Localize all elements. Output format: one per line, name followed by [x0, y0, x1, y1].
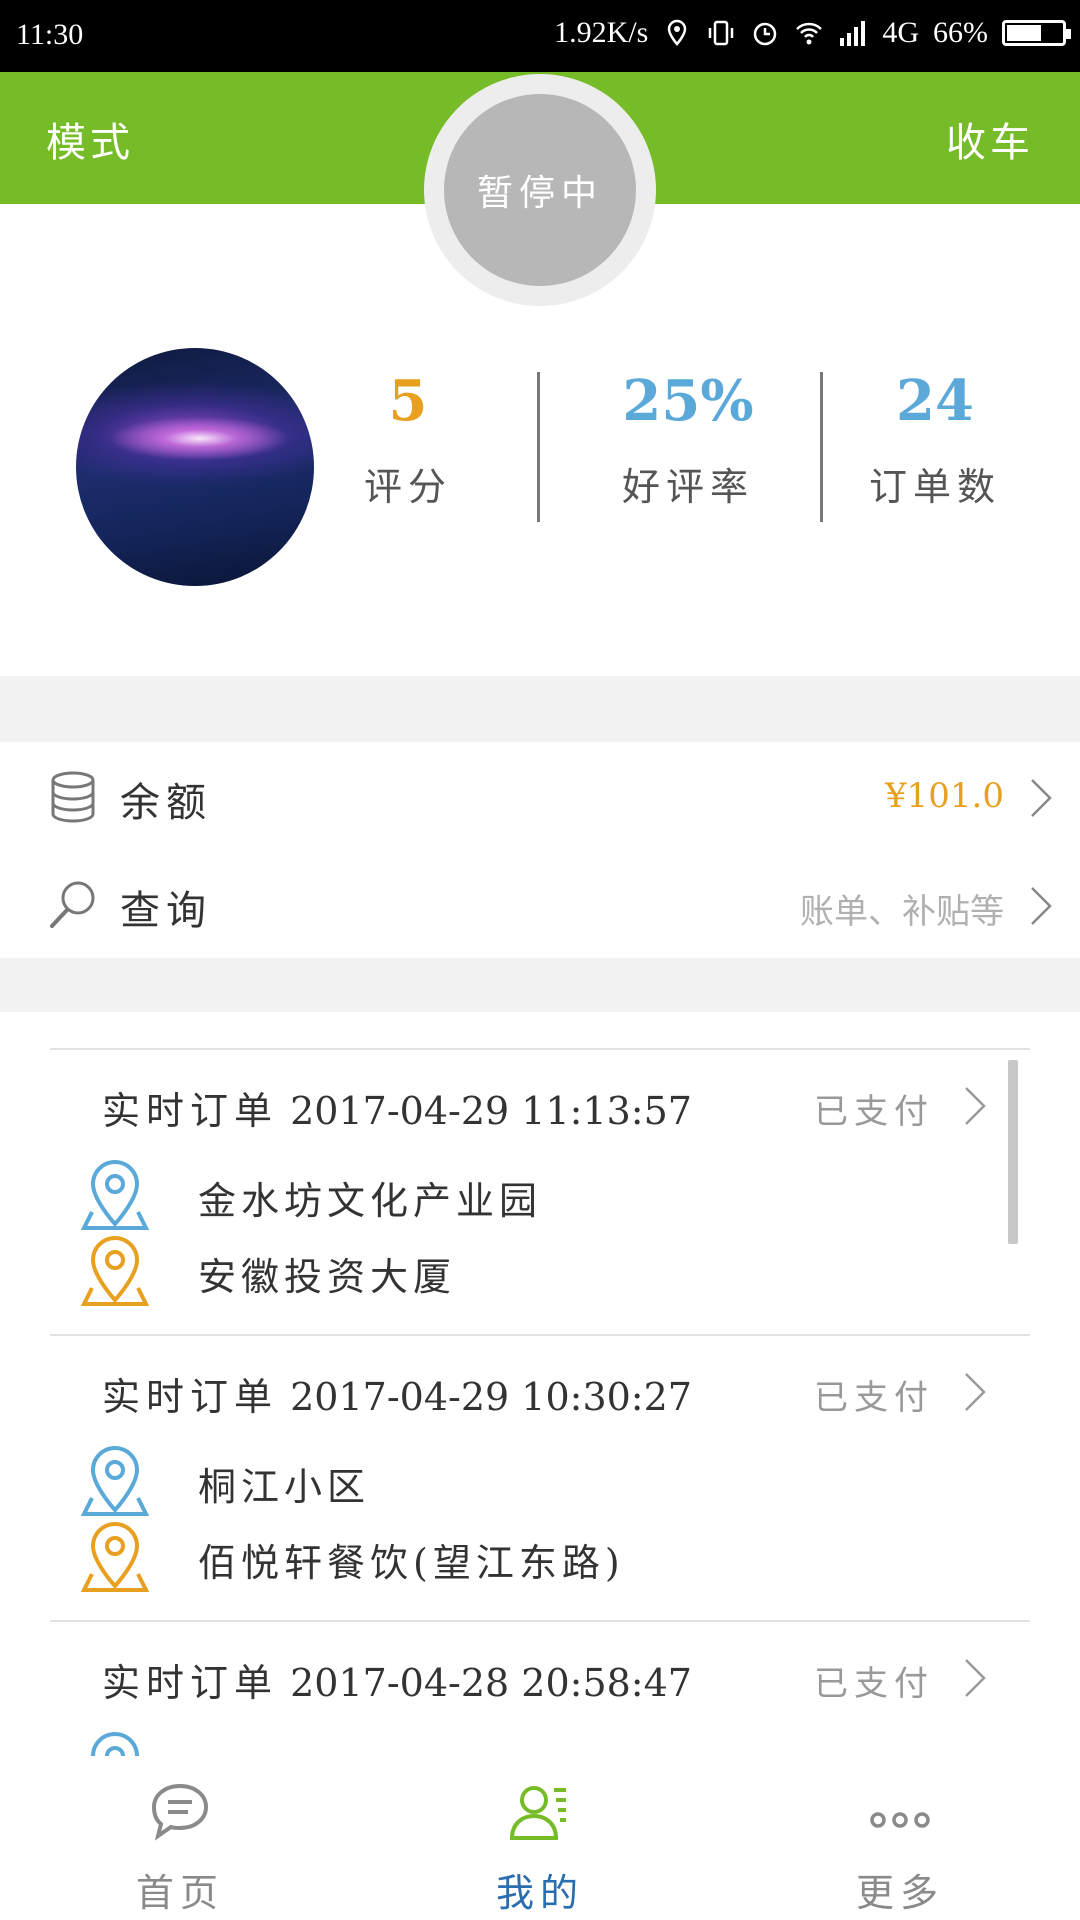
alarm-icon [754, 22, 777, 46]
start-location-pin-icon [90, 1731, 140, 1756]
query-label: 查询 [120, 888, 212, 934]
order-status: 已支付 [814, 1664, 934, 1704]
location-icon [668, 19, 687, 46]
tab-more-label: 更多 [855, 1871, 944, 1915]
stat-orders-label: 订单数 [868, 465, 1001, 509]
pause-button[interactable]: 暂停中 [444, 94, 636, 286]
finish-button[interactable]: 收车 [946, 110, 1034, 168]
end-location-pin-icon [80, 1521, 150, 1592]
order-to: 佰悦轩餐饮(望江东路) [198, 1541, 625, 1585]
tab-more[interactable]: 更多 [800, 1756, 1000, 1920]
chevron-right-icon [965, 1659, 986, 1697]
database-icon [51, 771, 95, 823]
order-from: 金水坊文化产业园 [198, 1179, 543, 1223]
chevron-right-icon [965, 1087, 986, 1125]
stat-praise-rate: 25% 好评率 [598, 366, 778, 511]
net-speed: 1.92K/s [554, 16, 649, 49]
order-datetime: 2017-04-29 10:30:27 [290, 1375, 692, 1419]
order-status: 已支付 [814, 1092, 934, 1132]
tab-home-label: 首页 [135, 1871, 224, 1915]
battery-percent: 66% [933, 16, 988, 49]
tab-mine-label: 我的 [495, 1871, 584, 1915]
tab-mine[interactable]: 我的 [440, 1756, 640, 1920]
status-bar: 11:30 1.92K/s 4G 66% [0, 0, 1080, 72]
order-card[interactable]: 实时订单 2017-04-28 20:58:47 已支付 [50, 1620, 1030, 1756]
balance-row[interactable]: 余额 ¥101.0 [0, 742, 1080, 850]
stat-rating: 5 评分 [352, 366, 464, 511]
order-type: 实时订单 [102, 1375, 279, 1419]
order-card[interactable]: 实时订单 2017-04-29 11:13:57 已支付 金水坊文化产业园 安徽… [50, 1048, 1030, 1336]
stat-rating-label: 评分 [363, 465, 452, 509]
stat-divider [537, 372, 540, 522]
stat-praise-rate-label: 好评率 [621, 465, 754, 509]
chevron-right-icon [1031, 779, 1052, 817]
balance-label: 余额 [120, 780, 212, 826]
order-from: 桐江小区 [198, 1465, 371, 1509]
status-icons: 1.92K/s 4G 66% [554, 16, 1071, 50]
order-status: 已支付 [814, 1378, 934, 1418]
chevron-right-icon [965, 1373, 986, 1411]
order-datetime: 2017-04-28 20:58:47 [290, 1661, 692, 1705]
avatar[interactable] [76, 348, 314, 586]
start-location-pin-icon [80, 1445, 150, 1516]
tab-home[interactable]: 首页 [80, 1756, 280, 1920]
vibrate-icon [709, 20, 734, 46]
stat-orders-value: 24 [896, 368, 974, 434]
order-title: 实时订单 2017-04-28 20:58:47 [102, 1652, 692, 1707]
more-dots-icon [870, 1812, 930, 1828]
end-location-pin-icon [80, 1235, 150, 1306]
user-list-icon [509, 1786, 566, 1840]
stat-divider [820, 372, 823, 522]
order-title: 实时订单 2017-04-29 10:30:27 [102, 1366, 692, 1421]
signal-icon [840, 21, 866, 46]
query-row[interactable]: 查询 账单、补贴等 [0, 850, 1080, 958]
wifi-icon [796, 22, 823, 45]
network-type: 4G [882, 16, 919, 49]
start-location-pin-icon [80, 1159, 150, 1230]
query-hint: 账单、补贴等 [800, 892, 1004, 932]
section-gap [0, 958, 1080, 1012]
order-title: 实时订单 2017-04-29 11:13:57 [102, 1080, 692, 1135]
search-icon [50, 881, 95, 928]
battery-icon [1002, 20, 1071, 46]
chevron-right-icon [1031, 887, 1052, 925]
stat-rating-value: 5 [388, 368, 428, 434]
order-type: 实时订单 [102, 1661, 279, 1705]
scrollbar[interactable] [1008, 1060, 1018, 1244]
order-card[interactable]: 实时订单 2017-04-29 10:30:27 已支付 桐江小区 佰悦轩餐饮(… [50, 1334, 1030, 1622]
mode-button[interactable]: 模式 [46, 110, 134, 168]
bottom-tab-bar: 首页 我的 更多 [0, 1756, 1080, 1920]
stat-praise-rate-value: 25% [622, 368, 754, 434]
status-time: 11:30 [16, 18, 84, 51]
stat-orders: 24 订单数 [860, 366, 1010, 511]
order-type: 实时订单 [102, 1089, 279, 1133]
chat-bubble-icon [151, 1783, 209, 1841]
balance-value: ¥101.0 [885, 776, 1004, 816]
order-datetime: 2017-04-29 11:13:57 [290, 1089, 692, 1133]
order-to: 安徽投资大厦 [198, 1255, 457, 1299]
section-gap [0, 676, 1080, 742]
order-list[interactable]: 实时订单 2017-04-29 11:13:57 已支付 金水坊文化产业园 安徽… [0, 1012, 1080, 1756]
